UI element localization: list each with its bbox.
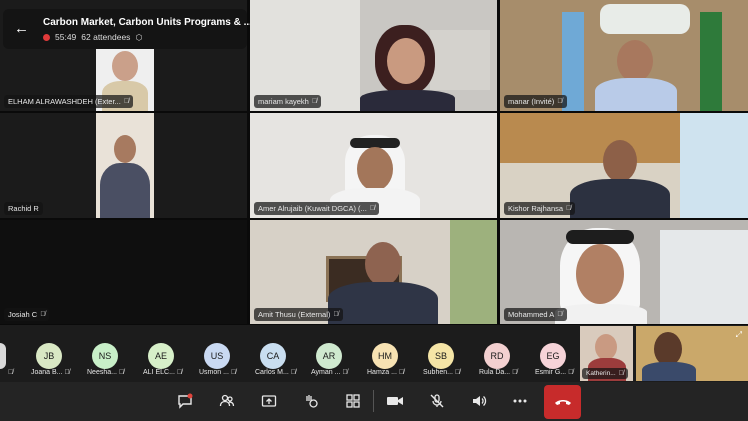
mic-off-icon: 🎙̸ (228, 369, 237, 376)
strip-video-speaker[interactable]: ⤢ (636, 326, 748, 381)
video-tile-mohammed[interactable]: Mohammed A 🎙̸ (500, 220, 748, 324)
mic-off-icon: 🎙̸ (62, 369, 70, 376)
mic-off-icon: 🎙̸ (566, 205, 572, 212)
participant-name-text: Carlos M... (255, 369, 289, 376)
shield-icon: ⬡ (135, 32, 143, 42)
camera-icon[interactable] (382, 388, 408, 414)
mic-off-icon: 🎙̸ (557, 98, 563, 105)
participant-name: Hamza ... 🎙̸ (367, 369, 404, 376)
participant-name-label: Amit Thusu (External) 🎙̸ (254, 308, 343, 321)
participant-video (96, 113, 154, 218)
participant-name-label: Mohammed A 🎙̸ (504, 308, 567, 321)
mic-off-icon: 🎙̸ (566, 369, 574, 376)
participant-name-text: Ayman ... (311, 369, 341, 376)
meeting-duration: 55:49 (55, 32, 77, 42)
participant-avatar[interactable]: NS (92, 343, 118, 369)
end-call-button[interactable] (544, 385, 581, 419)
participant-name-label: mariam kayekh 🎙̸ (254, 95, 322, 108)
participant-avatar[interactable]: AR (316, 343, 342, 369)
mic-off-icon: 🎙̸ (396, 369, 405, 376)
participant-name-text: Neesha... (87, 369, 117, 376)
speaker-icon[interactable] (466, 388, 492, 414)
participant-name-label: Kishor Rajhansa 🎙̸ (504, 202, 576, 215)
participant-avatar[interactable]: JB (36, 343, 62, 369)
video-tile-rachid[interactable]: Rachid R (0, 113, 247, 218)
meeting-title: Carbon Market, Carbon Units Programs & .… (43, 17, 252, 28)
mic-off-icon: 🎙̸ (123, 98, 130, 105)
participant-avatar[interactable]: AE (148, 343, 174, 369)
mic-off-icon: 🎙̸ (557, 311, 563, 318)
mic-off-icon: 🎙̸ (8, 369, 14, 376)
back-arrow-icon[interactable]: ← (14, 20, 29, 37)
video-tile-kishor[interactable]: Kishor Rajhansa 🎙̸ (500, 113, 748, 218)
participant-name-label: ELHAM ALRAWASHDEH (Exter... 🎙̸ (4, 95, 134, 108)
participant-avatar[interactable]: SB (428, 343, 454, 369)
react-icon[interactable] (298, 388, 324, 414)
toolbar-divider (373, 390, 374, 412)
participant-name: Rula Da... 🎙̸ (479, 369, 517, 376)
participant-name-text: Joana B... (31, 369, 63, 376)
participant-avatar[interactable]: US (204, 343, 230, 369)
mic-off-icon: 🎙̸ (116, 369, 125, 376)
video-tile-mariam[interactable]: mariam kayekh 🎙̸ (250, 0, 497, 111)
meeting-header: ← Carbon Market, Carbon Units Programs &… (3, 9, 252, 49)
mic-off-icon: 🎙̸ (40, 311, 46, 318)
recording-icon (43, 33, 50, 41)
participant-name: Neesha... 🎙̸ (87, 369, 124, 376)
mic-off-icon: 🎙̸ (618, 370, 624, 377)
participant-avatar[interactable]: CA (260, 343, 286, 369)
logo-emblem (600, 4, 690, 34)
video-tile-manar[interactable]: manar (Invité) 🎙̸ (500, 0, 748, 111)
video-tile-amit[interactable]: Amit Thusu (External) 🎙̸ (250, 220, 497, 324)
meeting-toolbar (0, 382, 748, 421)
strip-video-katherin[interactable]: Katherin... 🎙̸ (580, 326, 633, 381)
participant-name: ALI ELC... 🎙̸ (143, 369, 182, 376)
mic-off-icon: 🎙̸ (452, 369, 461, 376)
avatar-partial (0, 343, 6, 369)
mic-off-icon: 🎙̸ (311, 98, 318, 105)
participant-name-text: Esmir G... (535, 369, 567, 376)
attendee-count: 62 attendees (81, 32, 131, 42)
participant-name-text: Hamza ... (367, 369, 397, 376)
participant-name-label: Josiah C 🎙̸ (4, 308, 50, 321)
participant-avatar[interactable]: RD (484, 343, 510, 369)
participant-name-label: Rachid R (4, 202, 43, 215)
mic-off-icon: 🎙̸ (340, 369, 348, 376)
participant-avatar[interactable]: EG (540, 343, 566, 369)
participant-name: Esmir G... 🎙̸ (535, 369, 573, 376)
chat-icon[interactable] (172, 388, 198, 414)
participant-name: Subhen... 🎙̸ (423, 369, 460, 376)
layout-icon[interactable] (340, 388, 366, 414)
expand-icon[interactable]: ⤢ (736, 330, 742, 340)
mic-off-icon[interactable] (424, 388, 450, 414)
participant-name: Ayman ... 🎙̸ (311, 369, 348, 376)
participant-name-label: Katherin... 🎙̸ (582, 368, 628, 379)
participant-name: Joana B... 🎙̸ (31, 369, 70, 376)
participant-name-label: manar (Invité) 🎙̸ (504, 95, 567, 108)
participant-name: Carlos M... 🎙̸ (255, 369, 296, 376)
mic-off-icon: 🎙̸ (174, 369, 183, 376)
participant-name-label: Amer Alrujaib (Kuwait DGCA) (... 🎙̸ (254, 202, 380, 215)
participant-name-text: Usmon ... (199, 369, 229, 376)
end-call-icon (554, 400, 571, 405)
participant-name-text: Rula Da... (479, 369, 511, 376)
people-icon[interactable] (214, 388, 240, 414)
mic-off-icon: 🎙̸ (369, 205, 376, 212)
video-tile-josiah[interactable]: Josiah C 🎙̸ (0, 220, 247, 324)
participant-avatar[interactable]: HM (372, 343, 398, 369)
more-icon[interactable] (507, 388, 533, 414)
mic-off-icon: 🎙̸ (333, 311, 339, 318)
video-tile-amer[interactable]: Amer Alrujaib (Kuwait DGCA) (... 🎙̸ (250, 113, 497, 218)
share-icon[interactable] (256, 388, 282, 414)
mic-off-icon: 🎙̸ (288, 369, 297, 376)
participant-name: Usmon ... 🎙̸ (199, 369, 236, 376)
mic-off-icon: 🎙̸ (510, 369, 518, 376)
participant-name-text: Subhen... (423, 369, 453, 376)
participant-name-text: ALI ELC... (143, 369, 175, 376)
